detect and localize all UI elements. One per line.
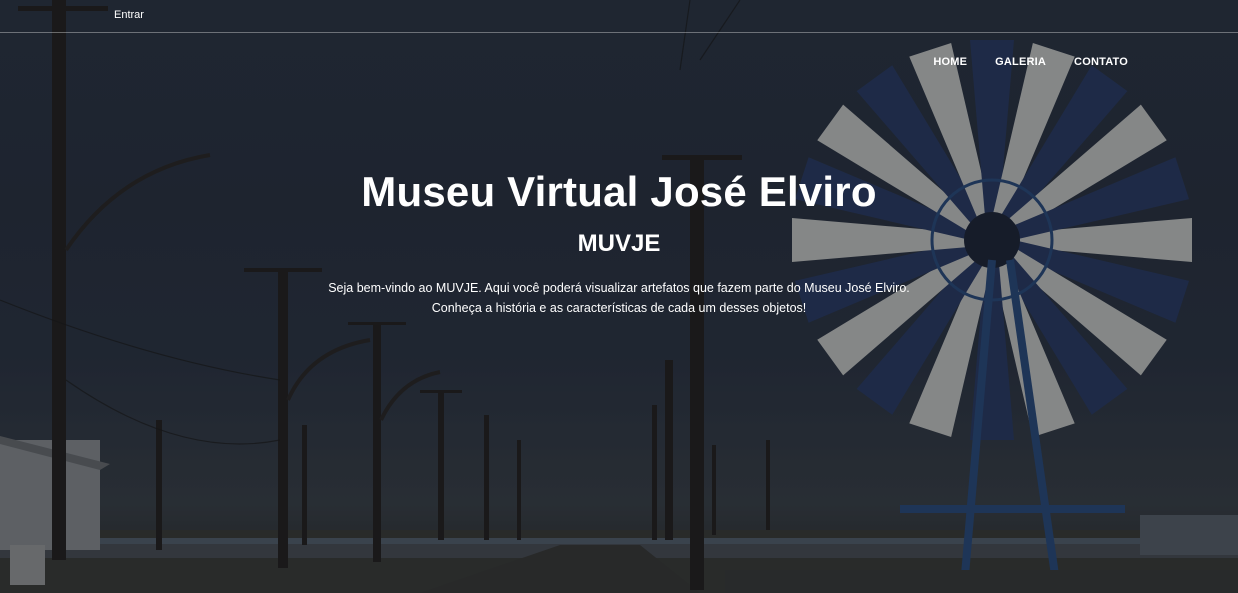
main-nav: HOME GALERIA CONTATO <box>933 56 1128 68</box>
login-link[interactable]: Entrar <box>114 9 144 21</box>
hero-description-line-2: Conheça a história e as características … <box>431 301 807 315</box>
hero-description-line-1: Seja bem-vindo ao MUVJE. Aqui você poder… <box>328 281 910 295</box>
hero-section: Entrar HOME GALERIA CONTATO Museu Virtua… <box>0 0 1238 593</box>
top-bar: Entrar <box>0 0 1238 33</box>
hero-subtitle: MUVJE <box>577 230 661 257</box>
nav-item-contato[interactable]: CONTATO <box>1074 56 1128 68</box>
hero-title: Museu Virtual José Elviro <box>361 168 877 215</box>
hero-content: Museu Virtual José Elviro MUVJE Seja bem… <box>0 168 1238 318</box>
nav-item-home[interactable]: HOME <box>933 56 967 68</box>
hero-description: Seja bem-vindo ao MUVJE. Aqui você poder… <box>0 278 1238 318</box>
nav-item-galeria[interactable]: GALERIA <box>995 56 1046 68</box>
